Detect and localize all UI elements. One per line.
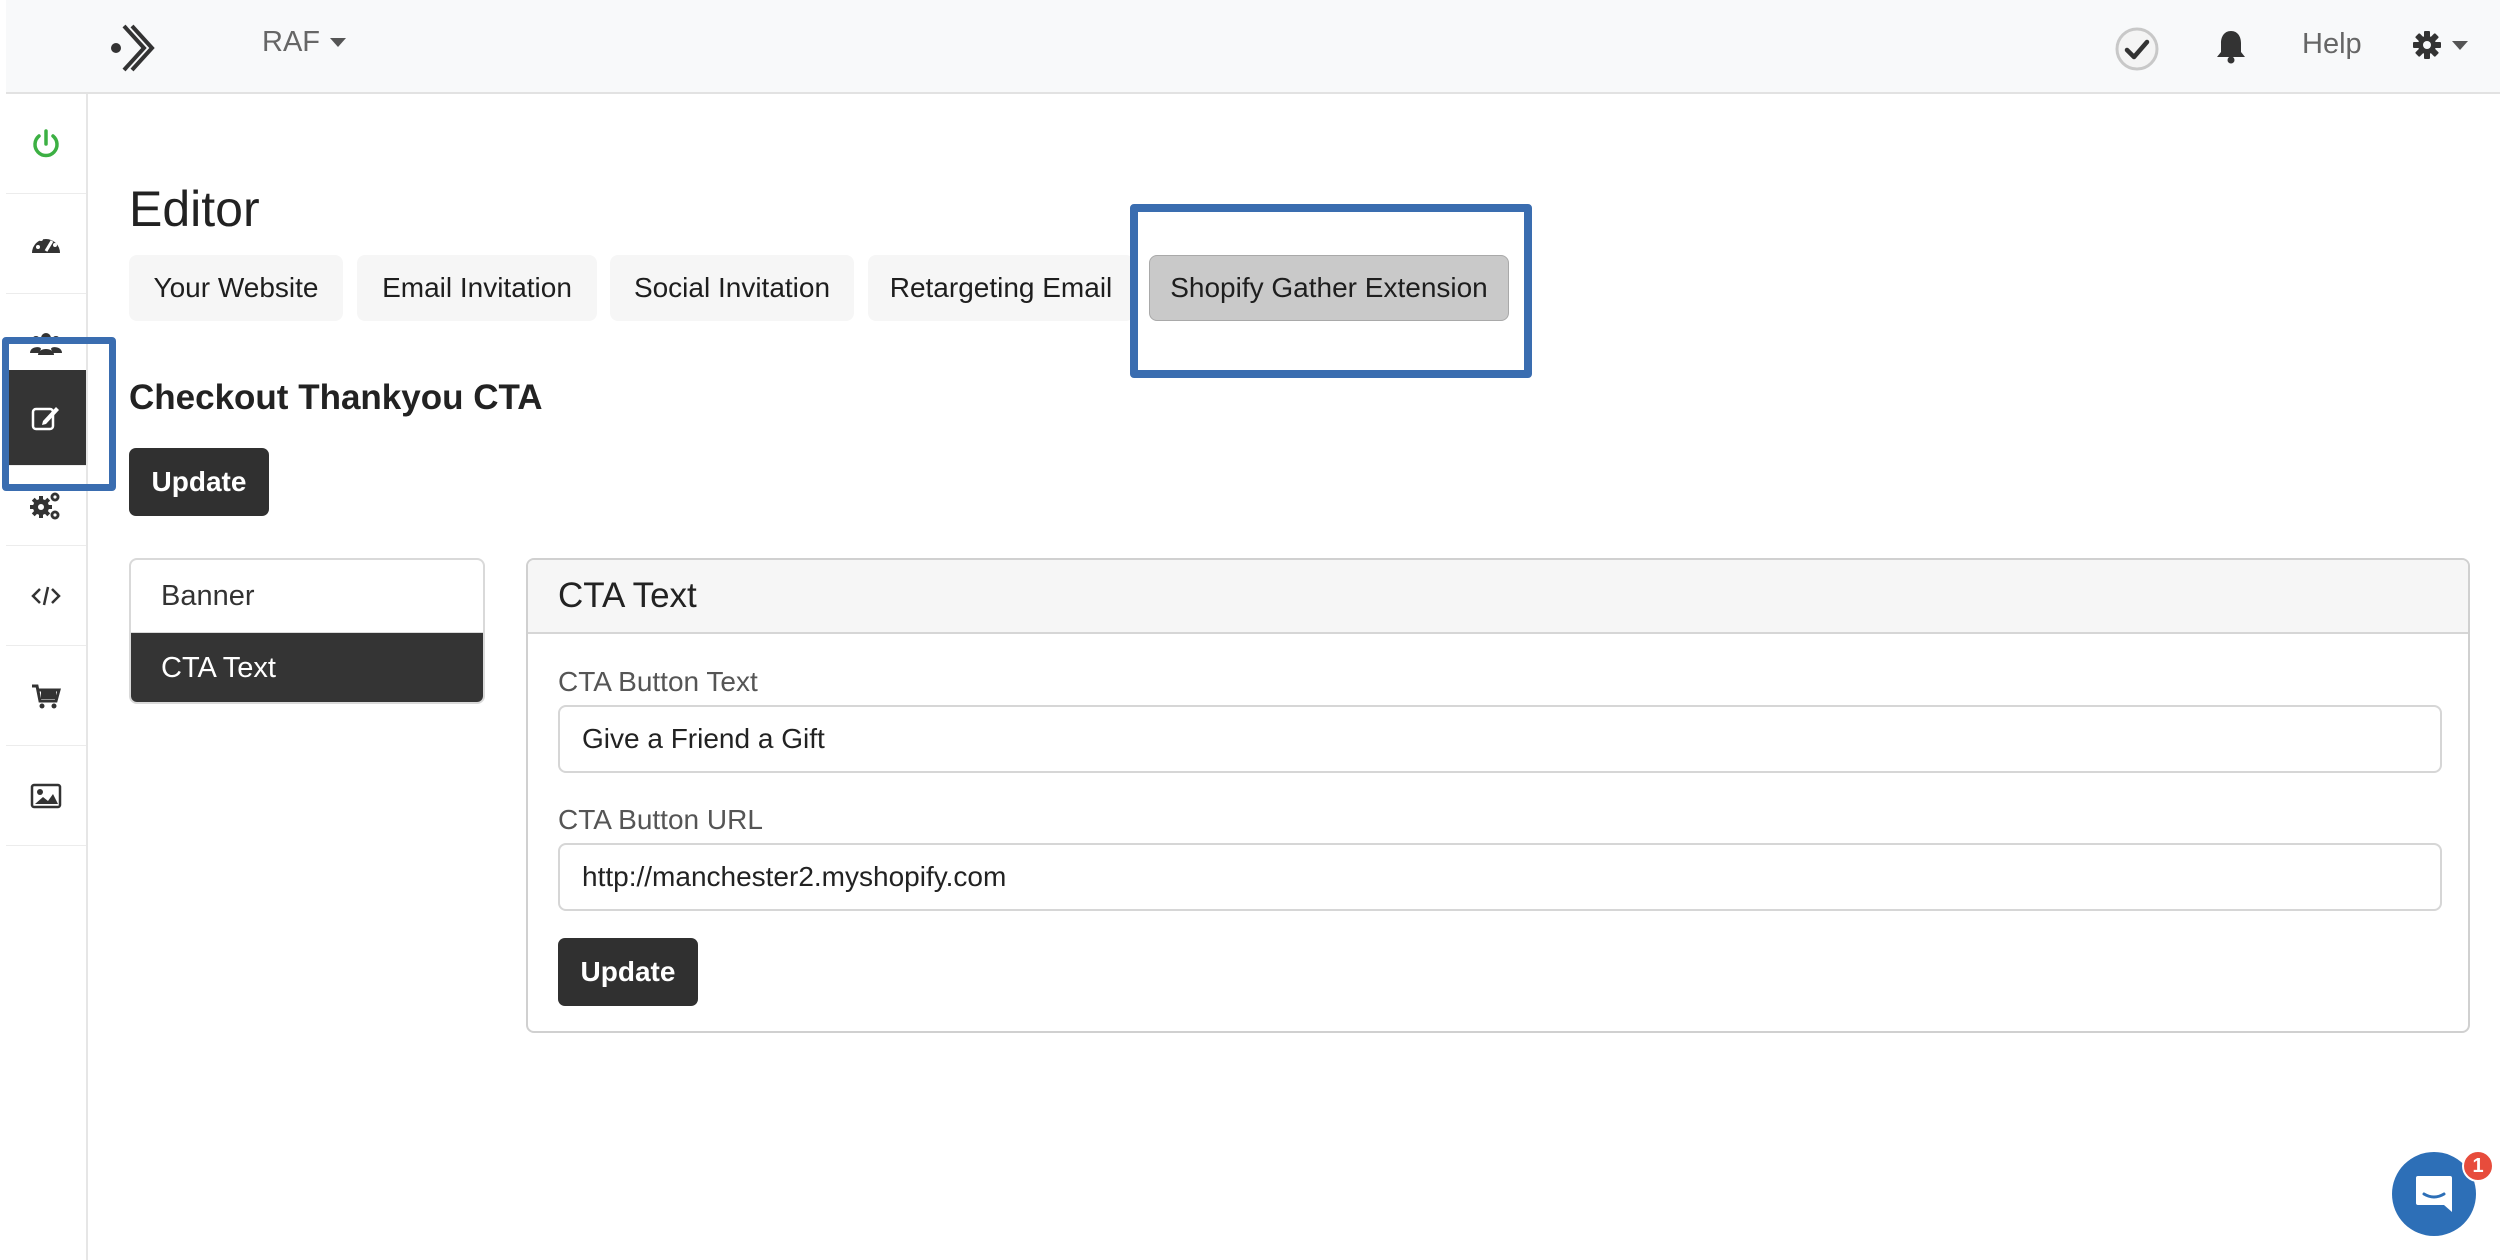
- cta-button-url-input[interactable]: [558, 843, 2442, 911]
- users-icon: [30, 332, 62, 355]
- dashboard-icon: [32, 234, 60, 253]
- section-menu: Banner CTA Text: [129, 558, 485, 704]
- settings-dropdown[interactable]: [2412, 30, 2468, 60]
- top-navbar: RAF Help: [6, 0, 2500, 94]
- page-title: Editor: [129, 181, 260, 237]
- update-button-card[interactable]: Update: [558, 938, 698, 1006]
- chevron-down-icon: [2452, 40, 2468, 50]
- notification-badge: 1: [2462, 1150, 2494, 1182]
- cogs-icon: [30, 492, 60, 519]
- chevron-down-icon: [330, 38, 346, 47]
- help-link[interactable]: Help: [2302, 28, 2362, 61]
- sidebar-item-dashboard[interactable]: [6, 194, 86, 294]
- sidebar-item-code[interactable]: [6, 546, 86, 646]
- app-switcher-dropdown[interactable]: RAF: [262, 26, 346, 59]
- tab-shopify-gather-extension[interactable]: Shopify Gather Extension: [1149, 255, 1509, 321]
- list-item-banner[interactable]: Banner: [131, 560, 483, 632]
- cta-button-text-label: CTA Button Text: [558, 666, 758, 697]
- tab-your-website[interactable]: Your Website: [129, 255, 343, 321]
- cta-button-text-input[interactable]: [558, 705, 2442, 773]
- bell-icon[interactable]: [2214, 28, 2248, 64]
- sidebar: [6, 94, 88, 1260]
- tab-social-invitation[interactable]: Social Invitation: [610, 255, 854, 321]
- shop-cart-icon: [32, 684, 61, 708]
- list-item-cta-text[interactable]: CTA Text: [131, 632, 483, 702]
- card-title: CTA Text: [528, 560, 2468, 634]
- gear-icon: [2413, 31, 2441, 59]
- brand-logo-icon[interactable]: [102, 18, 162, 78]
- cta-text-card: CTA Text CTA Button Text CTA Button URL …: [526, 558, 2470, 1033]
- sidebar-item-settings[interactable]: [6, 466, 86, 546]
- power-icon: [33, 128, 59, 157]
- section-title: Checkout Thankyou CTA: [129, 378, 543, 417]
- image-icon: [30, 783, 62, 808]
- sidebar-item-media[interactable]: [6, 746, 86, 846]
- sidebar-item-power[interactable]: [6, 94, 86, 194]
- app-switcher-label: RAF: [262, 26, 320, 58]
- update-button-top[interactable]: Update: [129, 448, 269, 516]
- tab-email-invitation[interactable]: Email Invitation: [357, 255, 597, 321]
- sidebar-item-shop[interactable]: [6, 646, 86, 746]
- edit-icon: [31, 406, 59, 430]
- check-circle-icon[interactable]: [2114, 26, 2160, 72]
- sidebar-item-editor[interactable]: [6, 370, 86, 466]
- app-window: RAF Help Editor Your Website Email Invit…: [0, 0, 2500, 1260]
- chat-bubble-icon: [2416, 1176, 2452, 1212]
- tab-retargeting-email[interactable]: Retargeting Email: [868, 255, 1134, 321]
- code-icon: [31, 586, 61, 605]
- cta-button-url-label: CTA Button URL: [558, 804, 763, 835]
